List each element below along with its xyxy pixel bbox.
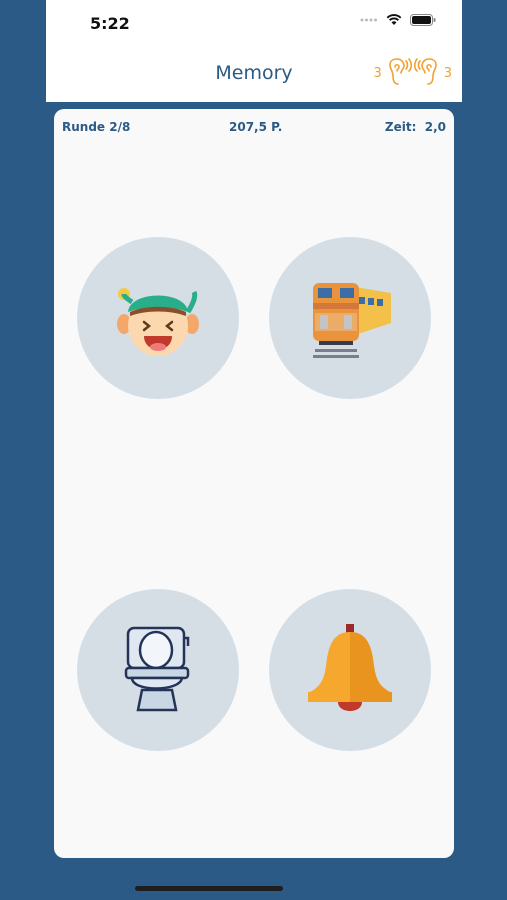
cellular-signal-icon bbox=[360, 18, 377, 22]
timer-value: 2,0 bbox=[424, 120, 446, 134]
elf-face-icon bbox=[117, 288, 199, 356]
timer-display: Zeit: 2,0 bbox=[385, 120, 446, 134]
status-icons bbox=[360, 14, 436, 26]
memory-card-train[interactable] bbox=[269, 237, 431, 399]
wifi-icon bbox=[386, 14, 402, 25]
phone-frame: 5:22 Memory 3 3 Runde 2/8 207,5 P. Zeit:… bbox=[46, 0, 462, 900]
status-bar: 5:22 bbox=[46, 0, 462, 50]
memory-card-elf[interactable] bbox=[77, 237, 239, 399]
points-display: 207,5 P. bbox=[229, 120, 283, 134]
stats-bar: Runde 2/8 207,5 P. Zeit: 2,0 bbox=[54, 120, 454, 138]
battery-icon bbox=[410, 14, 436, 26]
ear-right-icon[interactable] bbox=[413, 56, 442, 90]
memory-card-toilet[interactable] bbox=[77, 589, 239, 751]
timer-label: Zeit: bbox=[384, 120, 417, 134]
hearing-right-count: 3 bbox=[443, 65, 452, 81]
toilet-icon bbox=[124, 626, 190, 712]
hearing-controls: 3 3 bbox=[373, 56, 452, 90]
memory-card-bell[interactable] bbox=[269, 589, 431, 751]
train-icon bbox=[313, 283, 391, 358]
home-indicator[interactable] bbox=[135, 886, 283, 891]
bell-icon bbox=[308, 624, 392, 711]
status-time: 5:22 bbox=[90, 14, 130, 33]
round-counter: Runde 2/8 bbox=[62, 120, 131, 134]
ear-left-icon[interactable] bbox=[384, 56, 412, 90]
hearing-left-count: 3 bbox=[373, 65, 382, 81]
game-board: Runde 2/8 207,5 P. Zeit: 2,0 bbox=[54, 109, 454, 858]
nav-bar: Memory 3 3 bbox=[46, 50, 462, 102]
